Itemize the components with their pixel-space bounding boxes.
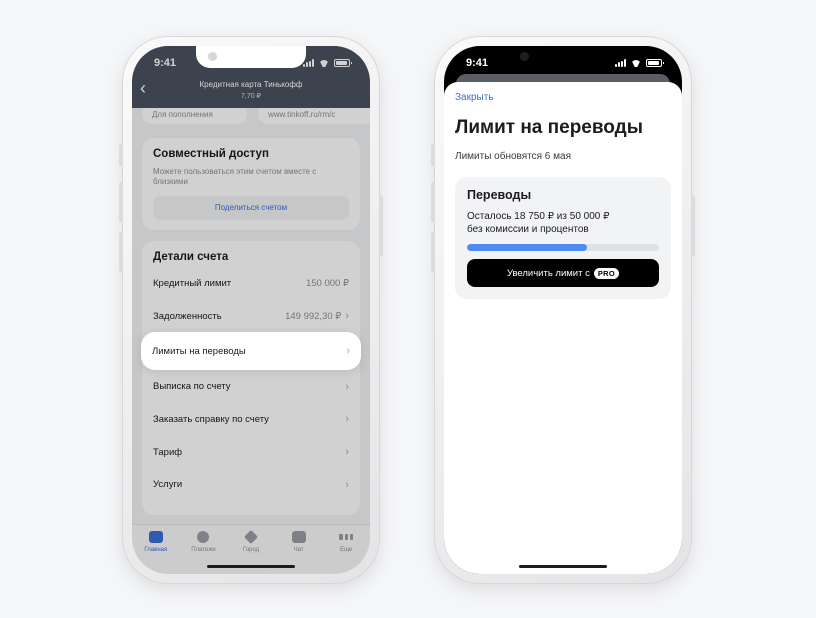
account-details-title: Детали счета [153,251,229,263]
tab-home[interactable]: Главная [134,531,178,574]
chevron-right-icon: › [345,413,349,426]
shared-access-card: Совместный доступ Можете пользоваться эт… [142,138,360,230]
shared-access-title: Совместный доступ [153,148,269,160]
chat-icon [291,531,306,543]
pro-badge: PRO [593,267,620,279]
limit-progress-fill [467,244,587,251]
signal-icon [303,59,314,67]
screen-right: 9:41 Закрыть Лимит на переводы Лимиты об… [444,46,682,574]
topup-pill[interactable]: Для пополнения [142,108,247,124]
tab-more[interactable]: Еще [324,531,368,574]
chevron-right-icon: › [345,380,349,393]
chevron-right-icon: › [345,478,349,491]
power-button [379,196,383,256]
power-button [691,196,695,256]
card-icon [148,531,163,543]
chevron-right-icon: › [345,310,349,323]
share-account-button[interactable]: Поделиться счетом [153,196,349,220]
account-content: Для пополнения www.tinkoff.ru/rm/c Совме… [132,108,370,524]
volume-up-button [431,182,435,222]
row-statement[interactable]: Выписка по счету › [142,370,360,403]
row-tariff[interactable]: Тариф › [142,436,360,469]
payments-icon [197,531,210,543]
transfer-limit-sheet: Закрыть Лимит на переводы Лимиты обновят… [444,82,682,574]
nav-title: Кредитная карта Тинькофф [199,80,303,89]
row-credit-limit[interactable]: Кредитный лимит 150 000 ₽ [142,267,360,300]
volume-up-button [119,182,123,222]
mute-switch [431,144,435,166]
status-time: 9:41 [466,57,489,69]
home-indicator [207,565,295,568]
close-button[interactable]: Закрыть [455,92,671,103]
limit-progress-bar [467,244,659,251]
camera [208,52,217,61]
shared-access-description: Можете пользоваться этим счетом вместе с… [153,167,317,186]
account-details-card: Детали счета Кредитный лимит 150 000 ₽ З… [141,241,361,515]
link-pill[interactable]: www.tinkoff.ru/rm/c [258,108,370,124]
row-debt[interactable]: Задолженность 149 992,30 ₽ › [142,300,360,333]
wifi-icon [319,60,329,67]
notch [196,46,306,68]
fee-note: без комиссии и процентов [467,224,589,235]
phone-left: 9:41 ‹ Кредитная карта Тинькофф 7,70 ₽ Д… [119,36,383,584]
screen-left: 9:41 ‹ Кредитная карта Тинькофф 7,70 ₽ Д… [132,46,370,574]
home-indicator [519,565,607,568]
increase-limit-button[interactable]: Увеличить лимит с PRO [467,259,659,287]
nav-subtitle: 7,70 ₽ [240,93,262,100]
chevron-right-icon: › [345,446,349,459]
sheet-title: Лимит на переводы [455,117,643,138]
volume-down-button [119,232,123,272]
mute-switch [119,144,123,166]
remaining-amount: Осталось 18 750 ₽ из 50 000 ₽ [467,211,610,222]
battery-icon [334,59,352,67]
transfers-title: Переводы [467,188,532,202]
wifi-icon [631,60,641,67]
notch [508,46,618,68]
sheet-subtitle: Лимиты обновятся 6 мая [455,151,571,162]
row-transfer-limits[interactable]: Лимиты на переводы › [141,332,361,371]
row-order-certificate[interactable]: Заказать справку по счету › [142,403,360,436]
battery-icon [646,59,664,67]
volume-down-button [431,232,435,272]
row-services[interactable]: Услуги › [142,468,360,501]
chevron-right-icon: › [346,345,350,358]
city-icon [243,529,259,545]
phone-right: 9:41 Закрыть Лимит на переводы Лимиты об… [431,36,695,584]
status-time: 9:41 [154,57,177,69]
signal-icon [615,59,626,67]
more-icon [339,531,354,543]
camera [520,52,529,61]
transfers-limit-card: Переводы Осталось 18 750 ₽ из 50 000 ₽ б… [455,177,671,299]
